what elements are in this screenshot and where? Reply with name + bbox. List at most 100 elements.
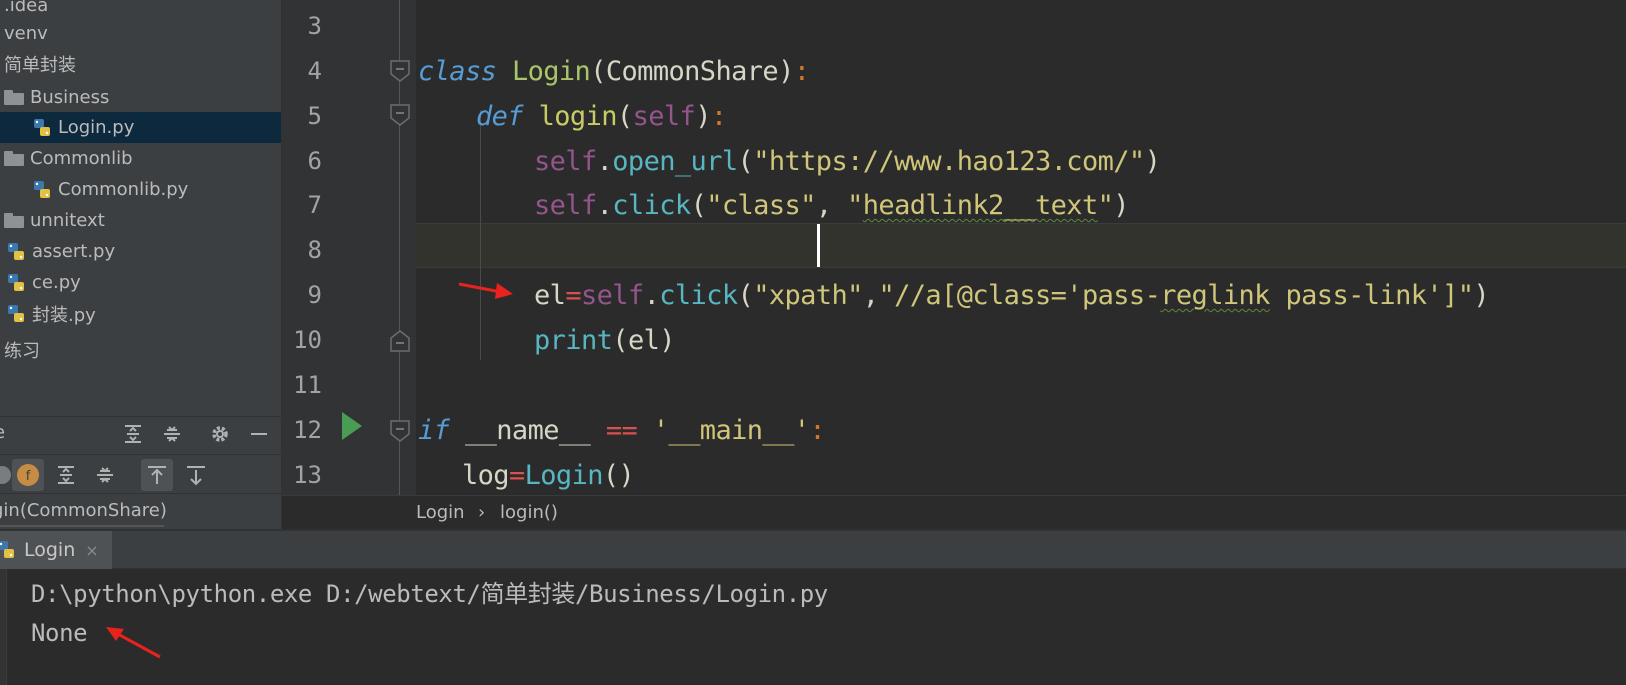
tree-item-simple-wrapper[interactable]: 简单封装: [4, 48, 281, 79]
console-output-line: None: [31, 619, 88, 647]
collapse-all-icon[interactable]: [159, 421, 185, 447]
string-literal: '__main__': [652, 415, 810, 446]
folder-icon: [4, 90, 24, 105]
tree-item-fengzhuang-py[interactable]: 封装.py: [6, 298, 281, 329]
collapse-all-icon[interactable]: [89, 459, 121, 491]
run-tab-login[interactable]: Login ×: [0, 531, 112, 569]
self-ref: self: [534, 190, 597, 221]
python-file-icon: [8, 242, 24, 260]
string-literal: "xpath": [753, 280, 863, 311]
scroll-to-source-icon[interactable]: [180, 459, 212, 491]
dunder-name: __name__: [464, 415, 591, 446]
dot: .: [596, 190, 613, 221]
tree-item-label: .idea: [4, 0, 49, 16]
fold-start-icon[interactable]: [389, 420, 411, 442]
paren: (: [612, 325, 628, 356]
gear-icon[interactable]: [207, 421, 233, 447]
paren: (): [602, 460, 635, 491]
paren: ): [778, 56, 794, 87]
tree-item-ce-py[interactable]: ce.py: [6, 267, 281, 298]
tree-item-label: ce.py: [32, 272, 81, 293]
python-file-icon: [8, 304, 24, 322]
tree-item-label: Commonlib.py: [58, 179, 189, 200]
run-tabbar: Login ×: [0, 531, 1626, 569]
keyword: def: [476, 101, 524, 132]
colon: :: [710, 101, 727, 132]
fold-start-icon[interactable]: [389, 104, 411, 126]
paren: (: [737, 280, 754, 311]
tree-item-assert-py[interactable]: assert.py: [6, 236, 281, 267]
structure-header: e: [0, 417, 281, 451]
argument: el: [627, 325, 660, 356]
tree-item-label: 简单封装: [4, 54, 76, 76]
code-line-12: if __name__ == '__main__':: [418, 408, 826, 453]
tree-item-business[interactable]: Business: [4, 82, 281, 113]
comma: ,: [862, 280, 879, 311]
tree-item-label: Login.py: [58, 117, 135, 138]
code-line-6: self.open_url("https://www.hao123.com/"): [534, 139, 1161, 184]
self-param: self: [632, 101, 696, 132]
structure-scrollbar[interactable]: [0, 525, 164, 527]
keyword: class: [418, 56, 497, 87]
variable: log: [462, 460, 510, 491]
expand-all-icon[interactable]: [50, 459, 82, 491]
method-call: open_url: [612, 146, 738, 177]
class-name: Login: [511, 56, 591, 87]
console-command-line: D:\python\python.exe D:/webtext/简单封装/Bus…: [31, 580, 828, 608]
code-line-9: el=self.click("xpath","//a[@class='pass-…: [534, 273, 1490, 318]
python-file-icon: [8, 273, 24, 291]
close-icon[interactable]: ×: [85, 541, 98, 560]
paren: ): [1144, 146, 1161, 177]
structure-node[interactable]: gin(CommonShare): [0, 500, 167, 521]
fold-start-icon[interactable]: [389, 60, 411, 82]
line-number: 4: [307, 57, 322, 85]
line-number: 11: [293, 371, 322, 399]
string-literal: "class": [706, 190, 816, 221]
line-number: 9: [307, 281, 322, 309]
tree-item-label: 练习: [4, 340, 40, 362]
base-class: CommonShare: [605, 56, 779, 87]
tree-item-practice[interactable]: 练习: [4, 334, 281, 365]
tree-item-commonlib[interactable]: Commonlib: [4, 143, 281, 174]
tree-item-label: assert.py: [32, 241, 116, 262]
dot: .: [596, 146, 613, 177]
tree-item-label: Business: [30, 87, 110, 108]
code-line-4: class Login(CommonShare):: [418, 49, 810, 94]
structure-title: e: [0, 422, 5, 443]
class-call: Login: [524, 460, 604, 491]
self-ref: self: [580, 280, 644, 311]
run-gutter: [0, 569, 7, 685]
folder-icon: [4, 213, 24, 228]
code-line-10: print(el): [534, 318, 675, 363]
code-editor[interactable]: 3 4 5 6 7 8 9 10 11 12 13 class Login(Co…: [281, 0, 1626, 529]
python-file-icon: [0, 541, 14, 558]
function-name: login: [538, 101, 618, 132]
structure-toolbar: f: [0, 454, 281, 494]
editor-gutter: 3 4 5 6 7 8 9 10 11 12 13: [282, 0, 416, 495]
run-icon[interactable]: [342, 412, 362, 440]
breadcrumb-method[interactable]: login(): [500, 502, 558, 523]
string-literal-typo: headlink2__text: [862, 190, 1098, 221]
tree-item-login-py[interactable]: Login.py: [0, 112, 281, 143]
text-caret: [817, 224, 820, 267]
paren: ): [659, 325, 675, 356]
line-number: 8: [307, 236, 322, 264]
minimize-icon[interactable]: [246, 421, 272, 447]
line-number: 6: [307, 147, 322, 175]
equals-op: ==: [605, 415, 638, 446]
code-line-7: self.click("class", "headlink2__text"): [534, 183, 1130, 228]
project-panel: .idea venv 简单封装 Business Login.py Common…: [0, 0, 281, 416]
tree-item-commonlib-py[interactable]: Commonlib.py: [0, 174, 281, 205]
field-icon[interactable]: f: [12, 459, 44, 491]
expand-all-icon[interactable]: [120, 421, 146, 447]
tree-item-venv[interactable]: venv: [4, 18, 281, 49]
python-file-icon: [34, 118, 50, 136]
paren: ): [1113, 190, 1129, 221]
fold-end-icon[interactable]: [389, 330, 411, 352]
scroll-from-source-icon[interactable]: [141, 459, 173, 491]
tree-item-unnitext[interactable]: unnitext: [4, 205, 281, 236]
annotation-arrow: [106, 627, 161, 659]
comma: ,: [815, 190, 848, 221]
breadcrumb-class[interactable]: Login: [416, 502, 465, 523]
